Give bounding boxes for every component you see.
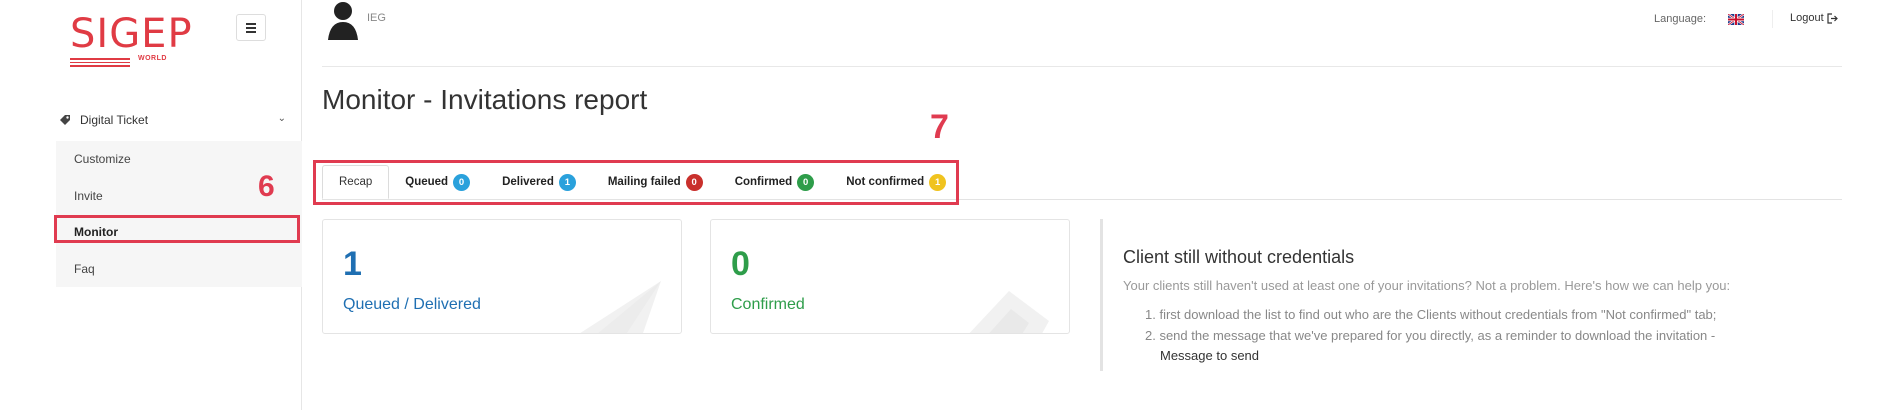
- logo-subtitle: WORLD: [138, 55, 167, 62]
- annotation-marker-6: 6: [258, 170, 275, 203]
- hamburger-icon: [246, 22, 256, 25]
- user-avatar-icon[interactable]: [326, 0, 360, 40]
- annotation-highlight-tabs: [313, 160, 959, 205]
- sidebar-section-digital-ticket[interactable]: Digital Ticket ⌄: [58, 110, 290, 130]
- help-step: 1. first download the list to find out w…: [1145, 307, 1717, 322]
- sidebar: SIGEP WORLD Digital Ticket ⌄ Customize I…: [0, 0, 302, 410]
- sigep-logo[interactable]: SIGEP WORLD: [70, 11, 193, 68]
- sidebar-item-faq[interactable]: Faq: [56, 251, 302, 288]
- sidebar-submenu: Customize Invite Monitor Faq: [56, 141, 302, 287]
- page-title: Monitor - Invitations report: [322, 84, 648, 115]
- help-steps: 1. first download the list to find out w…: [1145, 304, 1716, 346]
- stat-card-confirmed: 0 Confirmed: [710, 219, 1070, 334]
- stat-value: 0: [731, 245, 750, 283]
- paper-plane-icon: [580, 281, 661, 333]
- help-panel: Client still without credentials Your cl…: [1100, 219, 1870, 371]
- logout-icon: [1827, 12, 1838, 24]
- help-step: 2. send the message that we've prepared …: [1145, 328, 1716, 343]
- language-label: Language:: [1654, 13, 1706, 25]
- logout-label: Logout: [1790, 12, 1824, 24]
- stat-label: Confirmed: [731, 296, 805, 313]
- sidebar-item-label: Invite: [74, 188, 103, 203]
- tab-label: Recap: [339, 176, 373, 188]
- header-separator: [322, 66, 1842, 67]
- logo-stripes: [70, 58, 188, 68]
- tab-recap[interactable]: Recap: [322, 165, 390, 199]
- user-name: IEG: [367, 12, 386, 24]
- sidebar-item-label: Customize: [74, 152, 131, 167]
- message-to-send-link[interactable]: Message to send: [1160, 348, 1259, 363]
- app-root: SIGEP WORLD Digital Ticket ⌄ Customize I…: [0, 0, 1877, 410]
- sidebar-section-label: Digital Ticket: [80, 113, 149, 127]
- stat-label: Queued / Delivered: [343, 296, 481, 313]
- logo-text: SIGEP: [70, 11, 193, 57]
- help-intro: Your clients still haven't used at least…: [1123, 278, 1731, 293]
- hamburger-menu-button[interactable]: [236, 14, 266, 41]
- help-title: Client still without credentials: [1123, 247, 1355, 267]
- sidebar-item-label: Faq: [74, 261, 95, 276]
- stat-value: 1: [343, 245, 362, 283]
- uk-flag-icon[interactable]: [1728, 14, 1744, 25]
- annotation-highlight-monitor: [54, 215, 300, 243]
- header-divider: [1772, 10, 1773, 28]
- ticket-icon: [969, 291, 1049, 333]
- stat-card-queued-delivered: 1 Queued / Delivered: [322, 219, 682, 334]
- ticket-icon: [60, 115, 70, 125]
- chevron-down-icon: ⌄: [277, 113, 286, 124]
- logout-button[interactable]: Logout: [1790, 12, 1838, 24]
- annotation-marker-7: 7: [930, 108, 949, 146]
